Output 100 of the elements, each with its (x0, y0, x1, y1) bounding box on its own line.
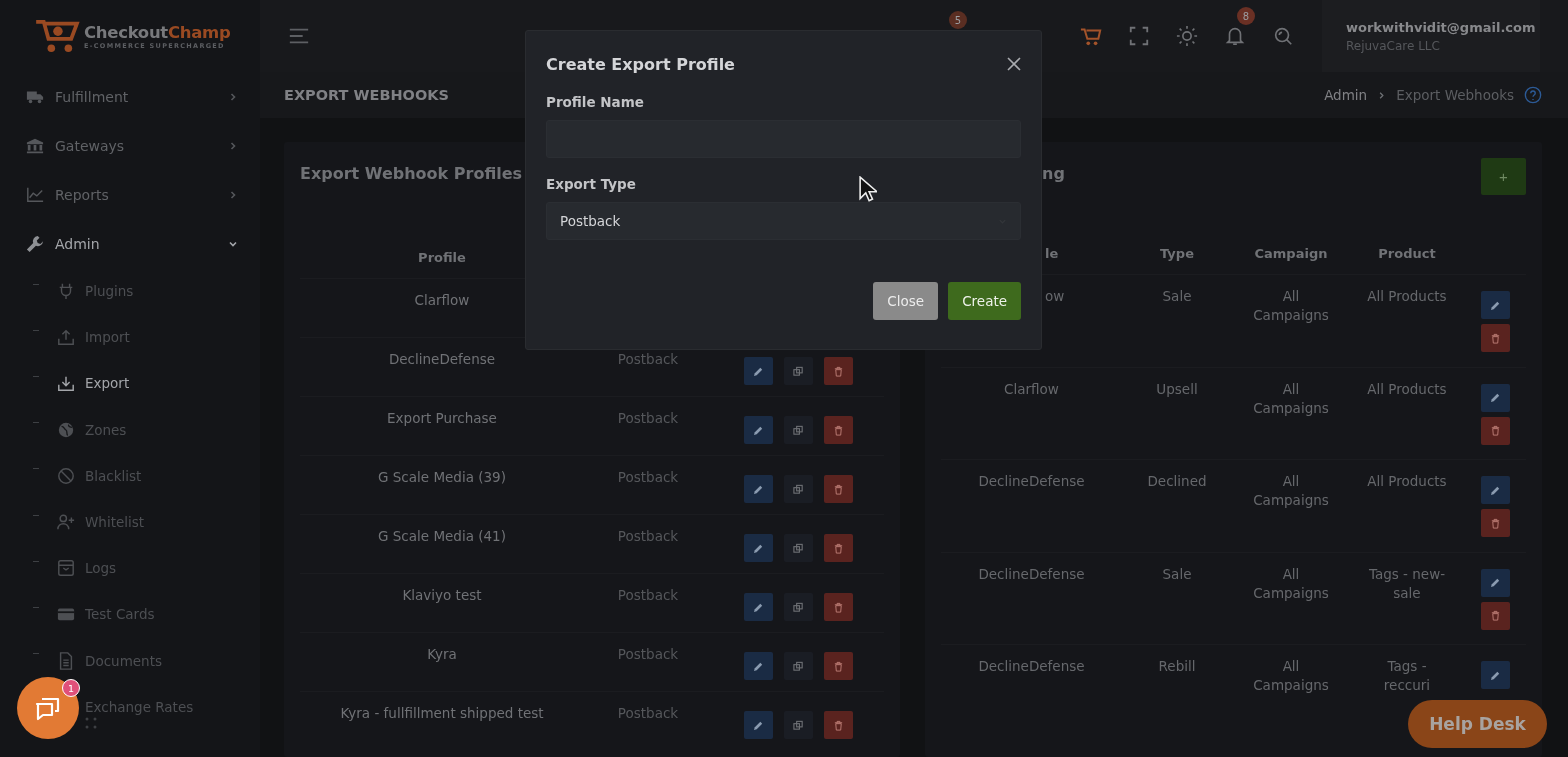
sidebar-subitem[interactable]: Exchange Rates (85, 698, 194, 715)
delete-button[interactable] (823, 652, 853, 680)
copy-button[interactable] (783, 357, 813, 385)
add-button[interactable]: + (1481, 158, 1526, 195)
globe-icon (57, 420, 75, 439)
delete-button[interactable] (1480, 601, 1510, 630)
menu-icon[interactable] (288, 27, 310, 45)
table-cell-text: Klaviyo test (401, 587, 483, 605)
breadcrumb-link[interactable]: Export Webhooks (1396, 87, 1514, 103)
select-field[interactable]: Postback (546, 202, 1021, 240)
breadcrumb-link[interactable]: Admin (1324, 87, 1368, 103)
delete-button[interactable] (823, 711, 853, 739)
copy-button[interactable] (783, 652, 813, 680)
sidebar-subitem[interactable]: Blacklist (85, 467, 142, 484)
table-cell: Postback (617, 646, 679, 662)
help-desk-button[interactable]: Help Desk (1408, 700, 1547, 748)
sun-icon[interactable] (1176, 25, 1198, 47)
sidebar-subitem[interactable]: Logs (85, 560, 117, 577)
pencil-icon (752, 601, 764, 613)
sidebar-subitem[interactable]: Plugins (85, 283, 134, 300)
table-cell-text: G Scale Media (39) (377, 469, 507, 487)
user-panel[interactable]: workwithvidit@gmail.com RejuvaCare LLC (1322, 0, 1540, 72)
trash-icon (1489, 332, 1501, 344)
pencil-icon (1489, 669, 1501, 681)
edit-button[interactable] (743, 416, 773, 444)
table-cell: Postback (617, 587, 679, 603)
table-cell: Postback (617, 410, 679, 426)
sidebar-item[interactable]: Gateways (0, 121, 260, 170)
copy-icon (792, 365, 804, 377)
table-cell-text: All Campaigns (1252, 564, 1330, 603)
delete-button[interactable] (823, 475, 853, 503)
edit-button[interactable] (743, 593, 773, 621)
bell-icon[interactable] (1224, 25, 1246, 47)
close-icon[interactable] (1007, 57, 1021, 71)
search-icon[interactable] (1272, 25, 1294, 47)
table-cell: Postback (617, 469, 679, 485)
edit-button[interactable] (1480, 291, 1510, 319)
field-label: Profile Name (546, 94, 644, 110)
user-add-icon (57, 513, 75, 532)
download-icon (57, 374, 75, 393)
sidebar-subitem[interactable]: Import (85, 329, 130, 346)
sidebar-subitem[interactable]: Zones (85, 421, 127, 438)
sidebar-item[interactable]: Admin (0, 219, 260, 268)
trash-icon (832, 424, 844, 436)
copy-button[interactable] (783, 711, 813, 739)
sidebar-item[interactable]: Fulfillment (0, 72, 260, 121)
table-cell-text: G Scale Media (41) (377, 528, 507, 546)
copy-button[interactable] (783, 416, 813, 444)
sidebar-subitem[interactable]: Test Cards (85, 606, 155, 623)
delete-button[interactable] (823, 534, 853, 562)
copy-icon (792, 660, 804, 672)
delete-button[interactable] (1480, 324, 1510, 352)
edit-button[interactable] (743, 475, 773, 503)
help-icon[interactable] (1524, 86, 1542, 104)
upload-icon (57, 328, 75, 347)
copy-button[interactable] (783, 475, 813, 503)
table-cell-text: All Campaigns (1252, 472, 1330, 510)
user-company: RejuvaCare LLC (1346, 38, 1441, 53)
edit-button[interactable] (1480, 476, 1510, 504)
table-cell-text: Export Purchase (386, 410, 498, 428)
edit-button[interactable] (1480, 383, 1510, 412)
plug-icon (57, 282, 75, 301)
table-cell-text: DeclineDefense (977, 472, 1086, 491)
field-label: Export Type (546, 176, 636, 192)
sidebar-item[interactable]: Reports (0, 170, 260, 219)
column-header: Campaign (1253, 246, 1329, 261)
table-cell: ow (1045, 287, 1065, 306)
edit-button[interactable] (743, 711, 773, 739)
logo-wordmark: CheckoutChamp (84, 22, 231, 42)
create-button[interactable]: Create (948, 282, 1021, 320)
table-cell-text: All Campaigns (1252, 657, 1330, 695)
grid-dots-icon[interactable] (85, 717, 97, 729)
edit-button[interactable] (743, 652, 773, 680)
trash-icon (832, 660, 844, 672)
copy-button[interactable] (783, 534, 813, 562)
copy-icon (792, 719, 804, 731)
sidebar-subitem[interactable]: Export (85, 375, 130, 392)
delete-button[interactable] (1480, 416, 1510, 445)
edit-button[interactable] (1480, 661, 1510, 689)
table-cell-text: Tags - new-sale (1367, 564, 1447, 603)
edit-button[interactable] (1480, 568, 1510, 597)
delete-button[interactable] (823, 416, 853, 444)
delete-button[interactable] (1480, 509, 1510, 537)
edit-button[interactable] (743, 357, 773, 385)
delete-button[interactable] (823, 357, 853, 385)
chart-icon (26, 185, 44, 204)
fullscreen-icon[interactable] (1128, 25, 1150, 47)
trash-icon (832, 542, 844, 554)
chevron-right-icon (228, 189, 238, 200)
delete-button[interactable] (823, 593, 853, 621)
table-cell-text: Clarflow (413, 292, 471, 310)
table-cell-text: All Campaigns (1252, 287, 1330, 325)
copy-button[interactable] (783, 593, 813, 621)
sidebar-subitem[interactable]: Documents (85, 652, 162, 669)
sidebar-subitem[interactable]: Whitelist (85, 514, 145, 531)
edit-button[interactable] (743, 534, 773, 562)
table-cell-text: DeclineDefense (977, 657, 1086, 676)
chevron-right-icon (228, 91, 238, 102)
trash-icon (832, 483, 844, 495)
close-button[interactable]: Close (873, 282, 939, 320)
